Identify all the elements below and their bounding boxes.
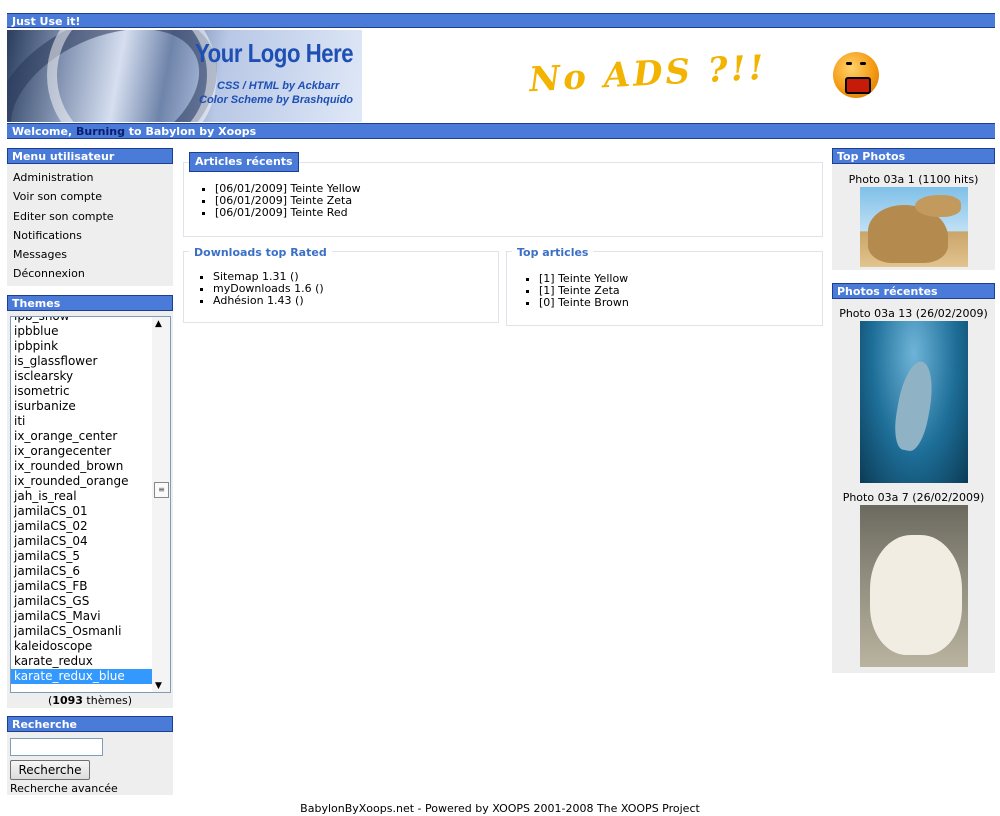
theme-option[interactable]: karate_redux <box>11 654 152 669</box>
recent-articles-box: [06/01/2009] Teinte Yellow [06/01/2009] … <box>183 162 823 237</box>
polar-bear-photo-thumbnail[interactable] <box>859 505 968 667</box>
scrollbar-thumb[interactable]: ≡ <box>154 482 169 498</box>
theme-option[interactable]: ix_orange_center <box>11 429 152 444</box>
advanced-search-link[interactable]: Recherche avancée <box>10 782 118 795</box>
page-footer: BabylonByXoops.net - Powered by XOOPS 20… <box>300 802 700 815</box>
logo-credit-color: Color Scheme by Brashquido <box>199 94 354 106</box>
top-articles-list: [1] Teinte Yellow [1] Teinte Zeta [0] Te… <box>507 273 629 309</box>
theme-option-selected[interactable]: karate_redux_blue <box>11 669 152 684</box>
theme-option[interactable]: jamilaCS_5 <box>11 549 152 564</box>
recent-photos-title: Photos récentes <box>832 283 995 299</box>
theme-option[interactable]: jamilaCS_GS <box>11 594 152 609</box>
logo-ring-graphic <box>47 30 217 122</box>
no-ads-banner: No ADS ?!! <box>528 47 768 101</box>
theme-count: (1093 thèmes) <box>48 694 132 707</box>
shocked-smiley-icon <box>833 52 879 98</box>
downloads-title: Downloads top Rated <box>189 246 332 259</box>
site-tagline: Just Use it! <box>12 15 81 28</box>
logo-title: Your Logo Here <box>195 38 354 68</box>
menu-item-messages[interactable]: Messages <box>13 245 173 264</box>
scroll-up-arrow-icon[interactable]: ▲ <box>155 319 162 329</box>
welcome-suffix: to Babylon by Xoops <box>128 125 257 138</box>
logo-credit-css: CSS / HTML by Ackbarr <box>217 80 340 92</box>
dolphin-graphic <box>889 358 938 454</box>
theme-option[interactable]: ipb_snow <box>11 317 152 324</box>
user-menu-title: Menu utilisateur <box>7 148 173 164</box>
downloads-list: Sitemap 1.31 () myDownloads 1.6 () Adhés… <box>184 271 324 307</box>
top-articles-title: Top articles <box>512 246 594 259</box>
smiley-left-eye <box>846 62 852 65</box>
welcome-prefix: Welcome, <box>12 125 73 138</box>
welcome-bar: Welcome, Burning to Babylon by Xoops <box>7 123 995 139</box>
header-banner: Your Logo Here CSS / HTML by Ackbarr Col… <box>7 30 995 122</box>
themes-block: Themes ipb_snow ipbblue ipbpink is_glass… <box>7 295 173 708</box>
dolphin-photo-thumbnail[interactable] <box>859 321 968 483</box>
theme-select-list[interactable]: ipb_snow ipbblue ipbpink is_glassflower … <box>10 316 171 693</box>
smiley-right-eye <box>860 62 866 65</box>
theme-option[interactable]: jah_is_real <box>11 489 152 504</box>
theme-option[interactable]: isurbanize <box>11 399 152 414</box>
theme-option[interactable]: jamilaCS_04 <box>11 534 152 549</box>
article-link[interactable]: [06/01/2009] Teinte Red <box>215 207 361 219</box>
search-title: Recherche <box>7 716 173 732</box>
site-top-bar: Just Use it! <box>7 13 995 28</box>
theme-option[interactable]: jamilaCS_01 <box>11 504 152 519</box>
recent-photos-block: Photos récentes Photo 03a 13 (26/02/2009… <box>832 283 995 673</box>
recent-articles-list: [06/01/2009] Teinte Yellow [06/01/2009] … <box>184 183 361 219</box>
theme-option[interactable]: ix_rounded_orange <box>11 474 152 489</box>
top-articles-box: Top articles [1] Teinte Yellow [1] Teint… <box>506 246 823 326</box>
user-menu-block: Menu utilisateur Administration Voir son… <box>7 148 173 286</box>
welcome-username[interactable]: Burning <box>76 125 125 138</box>
theme-list-scrollbar[interactable]: ▲ ≡ ▼ <box>152 317 170 692</box>
downloads-top-rated-box: Downloads top Rated Sitemap 1.31 () myDo… <box>183 246 499 323</box>
polar-bear-graphic <box>869 535 962 655</box>
menu-item-edit-account[interactable]: Editer son compte <box>13 207 173 226</box>
theme-option[interactable]: isometric <box>11 384 152 399</box>
photo-caption[interactable]: Photo 03a 13 (26/02/2009) <box>832 307 995 321</box>
theme-option[interactable]: jamilaCS_Osmanli <box>11 624 152 639</box>
site-logo[interactable]: Your Logo Here CSS / HTML by Ackbarr Col… <box>7 30 362 122</box>
theme-options: ipb_snow ipbblue ipbpink is_glassflower … <box>11 317 152 684</box>
theme-option[interactable]: isclearsky <box>11 369 152 384</box>
theme-option[interactable]: ipbpink <box>11 339 152 354</box>
theme-option[interactable]: kaleidoscope <box>11 639 152 654</box>
theme-option[interactable]: ipbblue <box>11 324 152 339</box>
theme-option[interactable]: iti <box>11 414 152 429</box>
theme-option[interactable]: ix_rounded_brown <box>11 459 152 474</box>
photo-caption[interactable]: Photo 03a 7 (26/02/2009) <box>832 491 995 505</box>
top-photos-block: Top Photos Photo 03a 1 (1100 hits) <box>832 148 995 270</box>
camel-head-graphic <box>914 195 961 217</box>
smiley-mouth <box>845 77 871 94</box>
search-input[interactable] <box>10 738 103 756</box>
menu-item-notifications[interactable]: Notifications <box>13 226 173 245</box>
menu-item-logout[interactable]: Déconnexion <box>13 264 173 283</box>
themes-title: Themes <box>7 295 173 311</box>
theme-option[interactable]: jamilaCS_02 <box>11 519 152 534</box>
top-photos-title: Top Photos <box>832 148 995 164</box>
recent-articles-title: Articles récents <box>189 152 299 172</box>
theme-option[interactable]: ix_orangecenter <box>11 444 152 459</box>
camel-photo-thumbnail[interactable] <box>859 187 968 267</box>
theme-option[interactable]: jamilaCS_Mavi <box>11 609 152 624</box>
theme-option[interactable]: is_glassflower <box>11 354 152 369</box>
menu-item-administration[interactable]: Administration <box>13 168 173 187</box>
download-link[interactable]: Adhésion 1.43 () <box>213 295 324 307</box>
photo-caption[interactable]: Photo 03a 1 (1100 hits) <box>832 173 995 187</box>
search-button[interactable]: Recherche <box>10 760 90 780</box>
theme-count-suffix: thèmes <box>86 694 128 707</box>
theme-count-number: 1093 <box>52 694 83 707</box>
theme-option[interactable]: jamilaCS_FB <box>11 579 152 594</box>
top-article-link[interactable]: [0] Teinte Brown <box>539 297 629 309</box>
user-menu-list: Administration Voir son compte Editer so… <box>7 164 173 284</box>
search-block: Recherche Recherche Recherche avancée <box>7 716 173 795</box>
scroll-down-arrow-icon[interactable]: ▼ <box>155 681 162 691</box>
theme-option[interactable]: jamilaCS_6 <box>11 564 152 579</box>
menu-item-view-account[interactable]: Voir son compte <box>13 187 173 206</box>
